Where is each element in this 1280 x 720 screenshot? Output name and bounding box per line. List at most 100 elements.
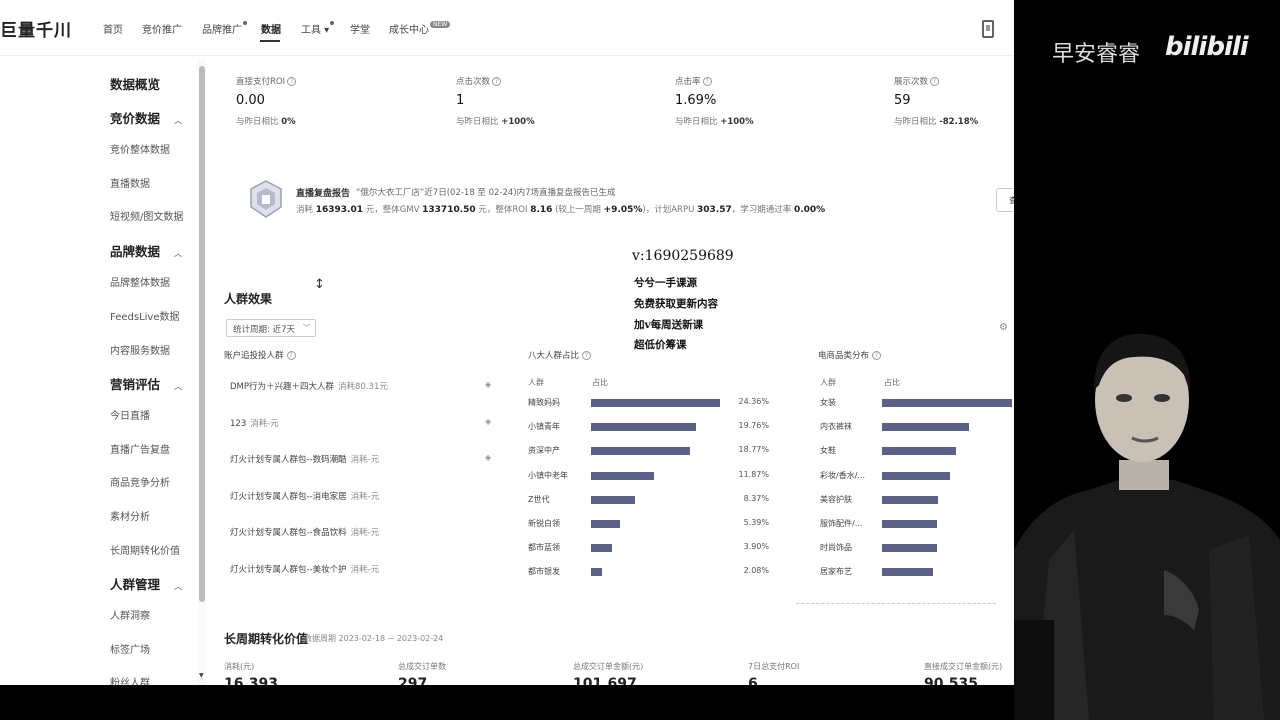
help-icon[interactable]: ? [286, 351, 296, 360]
metric-label-text: 点击次数 [456, 77, 491, 87]
settings-icon[interactable]: ⚙ [999, 322, 1008, 333]
packages-title-text: 账户追投投人群 [224, 351, 284, 361]
help-icon[interactable]: ? [582, 351, 592, 360]
package-drop-icon[interactable]: ◈ [485, 380, 491, 389]
category-share-bar[interactable] [882, 471, 950, 480]
sidebar-group-marketing[interactable]: 营销评估 ︿ [110, 374, 182, 393]
crowd-share-value: 5.39% [743, 518, 769, 527]
crowd-share-bar[interactable] [591, 495, 636, 504]
top-navigation: 巨量千川 首页 竞价推广 品牌推广 数据 工具 ▾ 学堂 成长中心NEW [0, 0, 1014, 56]
scroll-down-icon[interactable]: ▼ [199, 672, 204, 679]
package-drop-icon[interactable]: ◈ [485, 417, 491, 426]
category-label: 彩妆/香水/... [820, 470, 866, 480]
report-gmv: 133710.50 [422, 205, 476, 215]
package-name: 灯火计划专属人群包--消电家居 [230, 492, 347, 502]
nav-home[interactable]: 首页 [103, 21, 123, 36]
nav-tools[interactable]: 工具 ▾ [301, 21, 335, 36]
crowd-share-bar[interactable] [591, 447, 691, 456]
sidebar-item-long-cycle-value[interactable]: 长周期转化价值 [110, 542, 180, 557]
sidebar-group-brand-data[interactable]: 品牌数据 ︿ [110, 241, 182, 260]
mobile-icon[interactable] [982, 20, 994, 38]
report-cost: 16393.01 [315, 205, 363, 215]
help-icon[interactable]: ? [492, 77, 502, 86]
list-item[interactable]: 灯火计划专属人群包--数码潮酷 消耗-元 [230, 453, 379, 465]
eight-crowd-title: 八大人群占比? [528, 349, 592, 361]
eight-crowd-title-text: 八大人群占比 [528, 351, 580, 361]
table-header: 人群 [528, 378, 544, 387]
category-share-bar[interactable] [882, 495, 938, 504]
divider [796, 603, 996, 604]
report-stats-text: (较上一周期 [555, 205, 601, 215]
crowd-share-bar[interactable] [591, 471, 654, 480]
compare-label: 与昨日相比 [236, 117, 279, 127]
sidebar-item-material-analysis[interactable]: 素材分析 [110, 508, 150, 523]
crowd-share-bar[interactable] [591, 568, 602, 577]
sidebar-item-today-live[interactable]: 今日直播 [110, 407, 150, 422]
package-cost: 消耗-元 [350, 528, 380, 538]
crowd-share-bar[interactable] [591, 399, 720, 407]
compare-value: -82.18% [939, 117, 979, 127]
list-item[interactable]: 123 消耗-元 [230, 417, 279, 429]
package-cost: 消耗-元 [250, 419, 279, 429]
sidebar-scrollbar-thumb[interactable] [199, 66, 205, 602]
sidebar-group-label: 人群管理 [110, 577, 161, 592]
lifecycle-section-title: 长周期转化价值 [224, 632, 309, 646]
sidebar-item-feedslive[interactable]: FeedsLive数据 [110, 308, 180, 323]
nav-data[interactable]: 数据 [261, 21, 281, 36]
overlay-line: 免费获取更新内容 [634, 298, 718, 310]
nav-brand-promo[interactable]: 品牌推广 [202, 21, 247, 36]
list-item[interactable]: 灯火计划专属人群包--美妆个护 消耗-元 [230, 563, 379, 575]
watermark-text: 早安睿睿 [1052, 42, 1141, 67]
crowd-share-bar[interactable] [591, 544, 612, 553]
sidebar-group-bid-data[interactable]: 竞价数据 ︿ [110, 108, 182, 127]
help-icon[interactable]: ? [702, 77, 712, 86]
crowd-share-bar[interactable] [591, 423, 696, 432]
sidebar-item-bid-overall[interactable]: 竞价整体数据 [110, 141, 170, 156]
metric-compare: 与昨日相比 +100% [456, 115, 535, 127]
sidebar-item-video-data[interactable]: 短视频/图文数据 [110, 208, 183, 223]
metric-value: 0.00 [236, 93, 265, 108]
lifecycle-period: 数据周期 2023-02-18 ~ 2023-02-24 [304, 634, 444, 643]
crowd-section-title: 人群效果 [224, 292, 273, 306]
category-share-bar[interactable] [882, 520, 937, 528]
category-share-bar[interactable] [882, 447, 957, 456]
nav-school[interactable]: 学堂 [350, 21, 370, 36]
nav-bid-promo[interactable]: 竞价推广 [142, 21, 182, 36]
crowd-share-bar[interactable] [591, 520, 620, 528]
overlay-line: 超低价筹课 [634, 339, 687, 351]
report-title[interactable]: 直播复盘报告 [296, 186, 350, 199]
crowd-share-value: 11.87% [738, 469, 769, 479]
sidebar-item-content-service[interactable]: 内容服务数据 [110, 342, 170, 357]
list-item[interactable]: 灯火计划专属人群包--食品饮料 消耗-元 [230, 526, 379, 538]
sidebar-item-live-ad-review[interactable]: 直播广告复盘 [110, 441, 170, 456]
compare-value: +100% [501, 117, 535, 127]
list-item[interactable]: 灯火计划专属人群包--消电家居 消耗-元 [230, 490, 379, 502]
sidebar-item-tag-square[interactable]: 标签广场 [110, 641, 150, 656]
help-icon[interactable]: ? [287, 77, 297, 86]
period-select[interactable]: 统计周期: 近7天 ﹀ [226, 319, 316, 337]
category-share-bar[interactable] [882, 568, 933, 577]
sidebar-item-live-data[interactable]: 直播数据 [110, 175, 150, 190]
sidebar-group-crowd[interactable]: 人群管理 ︿ [110, 574, 182, 593]
view-report-button[interactable]: 查 [996, 188, 1014, 212]
metric-label: 点击率? [675, 75, 712, 87]
metric-label: 展示次数? [894, 75, 940, 87]
category-share-bar[interactable] [882, 544, 937, 553]
sidebar-item-fans[interactable]: 粉丝人群 [110, 674, 150, 685]
sidebar-item-brand-overall[interactable]: 品牌整体数据 [110, 274, 170, 289]
help-icon[interactable]: ? [872, 351, 882, 360]
package-drop-icon[interactable]: ◈ [485, 453, 491, 462]
sidebar-item-overview[interactable]: 数据概览 [110, 74, 160, 93]
category-share-bar[interactable] [882, 399, 1012, 407]
sidebar-item-product-competition[interactable]: 商品竞争分析 [110, 474, 170, 489]
list-item[interactable]: DMP行为＋兴趣＋四大人群 消耗80.31元 [230, 380, 388, 392]
overlay-line: 兮兮一手课源 [634, 277, 697, 289]
sidebar-item-crowd-insight[interactable]: 人群洞察 [110, 607, 150, 622]
chevron-up-icon: ︿ [174, 116, 183, 125]
category-label: 小镇中老年 [528, 470, 568, 480]
help-icon[interactable]: ? [930, 77, 940, 86]
category-share-bar[interactable] [882, 423, 970, 432]
app-logo[interactable]: 巨量千川 [0, 16, 72, 41]
sidebar: 数据概览 竞价数据 ︿ 竞价整体数据 直播数据 短视频/图文数据 品牌数据 ︿ 品牌… [0, 56, 206, 685]
nav-growth[interactable]: 成长中心NEW [389, 21, 451, 36]
